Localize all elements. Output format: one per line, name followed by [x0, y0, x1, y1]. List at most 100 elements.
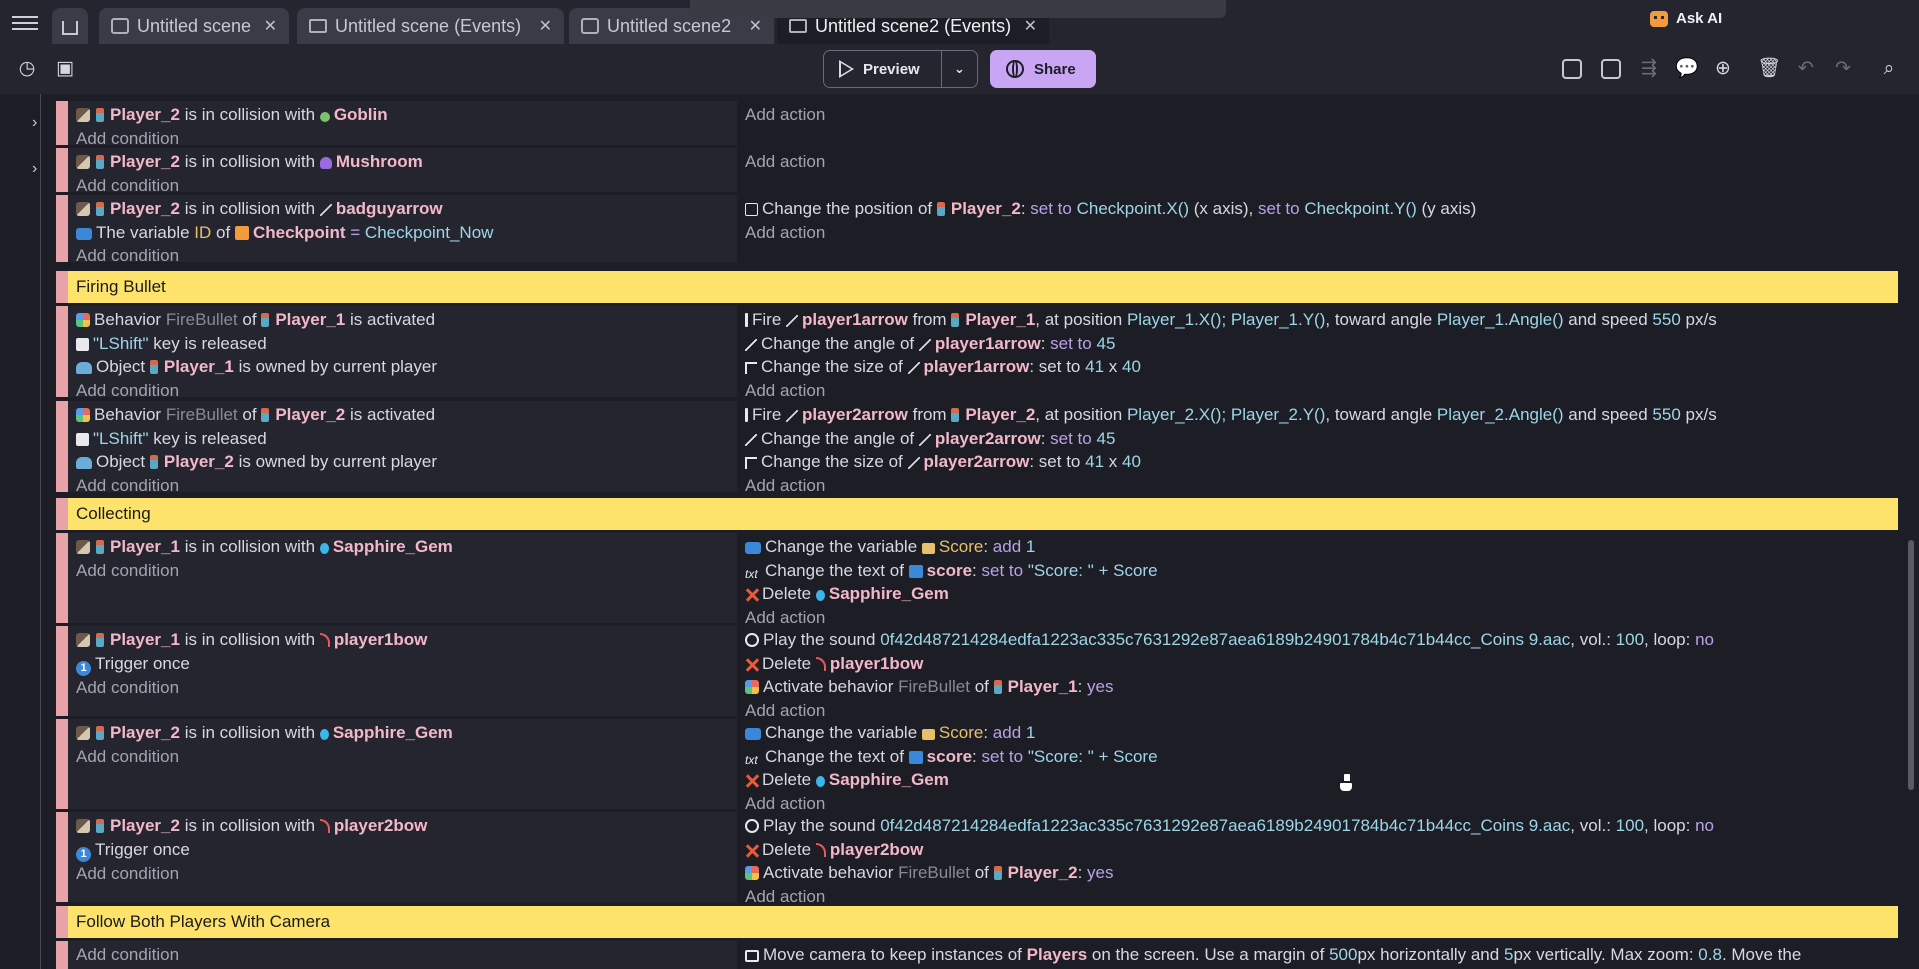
- add-condition[interactable]: Add condition: [76, 943, 729, 967]
- conditions[interactable]: Player_2 is in collision with Sapphire_G…: [68, 719, 737, 809]
- add-subevent-icon[interactable]: [1601, 59, 1621, 79]
- text: Fire: [752, 310, 782, 329]
- value: 1: [1025, 537, 1036, 556]
- add-condition[interactable]: Add condition: [76, 127, 729, 146]
- event-row[interactable]: Player_2 is in collision with Sapphire_G…: [56, 719, 1898, 809]
- event-row[interactable]: Player_2 is in collision with badguyarro…: [56, 195, 1898, 262]
- comment-icon[interactable]: 💬: [1675, 58, 1699, 80]
- comment-row[interactable]: Firing Bullet: [56, 271, 1898, 303]
- keyboard-icon: [76, 432, 89, 446]
- add-condition[interactable]: Add condition: [76, 862, 729, 886]
- chevron-down-icon[interactable]: ⌄: [942, 61, 977, 77]
- object-name: Mushroom: [335, 152, 423, 171]
- player-icon: [96, 726, 104, 740]
- actions[interactable]: Fire player1arrow from Player_1, at posi…: [737, 306, 1898, 397]
- actions[interactable]: Change the variable Score: add 1 txt Chan…: [737, 533, 1898, 623]
- close-icon[interactable]: ✕: [749, 16, 762, 36]
- ask-ai-button[interactable]: Ask AI: [1650, 10, 1722, 27]
- event-row[interactable]: Behavior FireBullet of Player_1 is activ…: [56, 306, 1898, 397]
- add-action[interactable]: Add action: [745, 885, 1890, 903]
- conditions[interactable]: Behavior FireBullet of Player_1 is activ…: [68, 306, 737, 397]
- actions[interactable]: Add action: [737, 101, 1898, 145]
- actions[interactable]: Fire player2arrow from Player_2, at posi…: [737, 401, 1898, 492]
- tab-untitled-scene[interactable]: Untitled scene ✕: [99, 8, 289, 44]
- comment-text[interactable]: Follow Both Players With Camera: [68, 906, 1898, 938]
- add-action[interactable]: Add action: [745, 150, 1890, 174]
- chevron-right-icon[interactable]: ›: [32, 160, 37, 178]
- variable-name: ID: [194, 222, 212, 242]
- event-row[interactable]: Player_1 is in collision with player1bow…: [56, 626, 1898, 716]
- add-event-icon[interactable]: [1562, 59, 1582, 79]
- add-condition[interactable]: Add condition: [76, 745, 729, 769]
- add-action[interactable]: Add action: [745, 379, 1890, 398]
- redo-icon[interactable]: ↷: [1832, 58, 1854, 80]
- text: Delete: [762, 770, 812, 789]
- delete-icon[interactable]: 🗑: [1757, 58, 1781, 80]
- conditions[interactable]: Add condition: [68, 941, 737, 969]
- conditions[interactable]: Player_2 is in collision with Mushroom A…: [68, 148, 737, 192]
- add-condition[interactable]: Add condition: [76, 379, 729, 398]
- actions[interactable]: Move camera to keep instances of Players…: [737, 941, 1898, 969]
- add-action[interactable]: Add action: [745, 699, 1890, 717]
- gem-icon: [815, 590, 825, 601]
- close-icon[interactable]: ✕: [539, 16, 552, 36]
- undo-icon[interactable]: ↶: [1795, 58, 1817, 80]
- chevron-right-icon[interactable]: ›: [32, 114, 37, 132]
- add-action[interactable]: Add action: [745, 474, 1890, 493]
- text: (y axis): [1421, 199, 1477, 218]
- add-condition[interactable]: Add condition: [76, 244, 729, 262]
- value: Checkpoint_Now: [364, 222, 494, 242]
- text: set to: [1038, 357, 1081, 376]
- search-icon[interactable]: ⌕: [1878, 58, 1900, 80]
- object-name: player1arrow: [802, 310, 908, 329]
- text: Change the size of: [761, 452, 903, 471]
- event-row[interactable]: Add condition Move camera to keep instan…: [56, 941, 1898, 969]
- comment-row[interactable]: Collecting: [56, 498, 1898, 530]
- add-condition[interactable]: Add condition: [76, 676, 729, 700]
- close-icon[interactable]: ✕: [1024, 16, 1037, 36]
- actions[interactable]: Play the sound 0f42d487214284edfa1223ac3…: [737, 626, 1898, 716]
- text: and speed: [1568, 405, 1648, 424]
- conditions[interactable]: Player_2 is in collision with Goblin Add…: [68, 101, 737, 145]
- conditions[interactable]: Player_1 is in collision with Sapphire_G…: [68, 533, 737, 623]
- text: is owned by current player: [238, 357, 437, 376]
- save-icon[interactable]: ▣: [54, 58, 76, 80]
- comment-text[interactable]: Firing Bullet: [68, 271, 1898, 303]
- event-row[interactable]: Player_1 is in collision with Sapphire_G…: [56, 533, 1898, 623]
- conditions[interactable]: Player_2 is in collision with badguyarro…: [68, 195, 737, 262]
- comment-row[interactable]: Follow Both Players With Camera: [56, 906, 1898, 938]
- add-condition[interactable]: Add condition: [76, 174, 729, 193]
- history-icon[interactable]: ◷: [16, 58, 38, 80]
- preview-button[interactable]: Preview ⌄: [823, 50, 978, 88]
- object-name: Player_2: [110, 816, 180, 835]
- text: Activate behavior: [763, 677, 894, 696]
- sound-icon: [745, 633, 759, 647]
- comment-text[interactable]: Collecting: [68, 498, 1898, 530]
- tab-untitled-scene-events[interactable]: Untitled scene (Events) ✕: [297, 8, 564, 44]
- share-button[interactable]: Share: [990, 50, 1096, 88]
- add-condition[interactable]: Add condition: [76, 474, 729, 493]
- actions[interactable]: Change the variable Score: add 1 txt Chan…: [737, 719, 1898, 809]
- conditions[interactable]: Player_1 is in collision with player1bow…: [68, 626, 737, 716]
- event-row[interactable]: Player_2 is in collision with Goblin Add…: [56, 101, 1898, 145]
- text: Trigger once: [95, 653, 190, 673]
- add-action[interactable]: Add action: [745, 792, 1890, 810]
- conditions[interactable]: Behavior FireBullet of Player_2 is activ…: [68, 401, 737, 492]
- scrollbar-thumb[interactable]: [1908, 540, 1914, 790]
- home-tab[interactable]: [52, 8, 88, 44]
- add-icon[interactable]: ⊕: [1712, 58, 1734, 80]
- add-condition[interactable]: Add condition: [76, 559, 729, 583]
- menu-icon[interactable]: [12, 12, 38, 32]
- conditions[interactable]: Player_2 is in collision with player2bow…: [68, 812, 737, 902]
- event-row[interactable]: Player_2 is in collision with player2bow…: [56, 812, 1898, 902]
- add-action[interactable]: Add action: [745, 103, 1890, 127]
- close-icon[interactable]: ✕: [264, 16, 277, 36]
- actions[interactable]: Play the sound 0f42d487214284edfa1223ac3…: [737, 812, 1898, 902]
- add-action[interactable]: Add action: [745, 221, 1890, 245]
- event-row[interactable]: Behavior FireBullet of Player_2 is activ…: [56, 401, 1898, 492]
- add-action[interactable]: Add action: [745, 606, 1890, 624]
- actions[interactable]: Add action: [737, 148, 1898, 192]
- event-row[interactable]: Player_2 is in collision with Mushroom A…: [56, 148, 1898, 192]
- actions[interactable]: Change the position of Player_2: set to …: [737, 195, 1898, 262]
- add-group-icon[interactable]: ⇶: [1638, 58, 1660, 80]
